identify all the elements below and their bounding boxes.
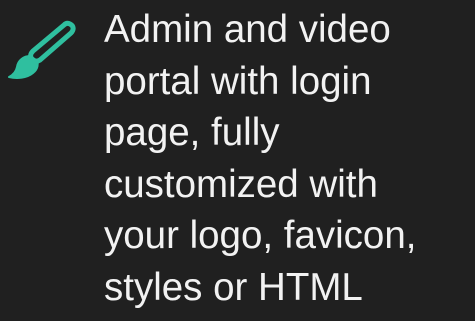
feature-line: portal with login: [104, 59, 372, 103]
feature-description: Admin and video portal with login page, …: [104, 4, 472, 313]
feature-line: customized with: [104, 162, 378, 206]
feature-line: your logo, favicon,: [104, 214, 417, 257]
feature-line: styles or HTML: [104, 265, 363, 309]
paintbrush-icon: [4, 20, 76, 82]
feature-panel: Admin and video portal with login page, …: [0, 0, 475, 321]
feature-line: Admin and video: [104, 8, 391, 51]
feature-line: page, fully: [104, 111, 280, 154]
